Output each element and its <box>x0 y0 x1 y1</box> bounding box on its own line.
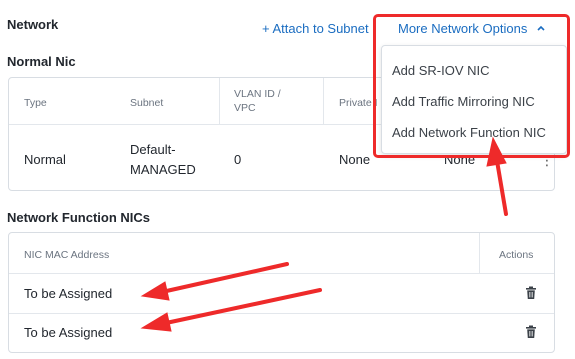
arrow-left-icon <box>160 262 289 294</box>
arrow-left-icon <box>164 288 322 325</box>
arrowhead-icon <box>140 281 170 301</box>
annotation-arrows <box>140 136 508 332</box>
arrowhead-icon <box>486 136 507 167</box>
arrowhead-icon <box>140 312 172 332</box>
